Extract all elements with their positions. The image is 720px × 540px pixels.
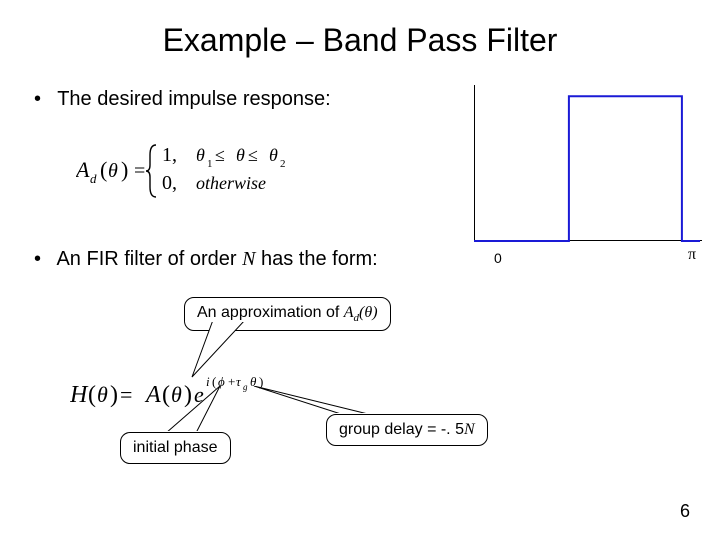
eq-lparen: ( xyxy=(100,157,107,182)
bullet-1-text: The desired impulse response: xyxy=(57,88,330,110)
callout-pointer-phase xyxy=(160,386,240,436)
callout-approx-A: A xyxy=(344,304,354,321)
f2-A: A xyxy=(144,382,161,408)
bullet-dot-2: • xyxy=(34,248,52,271)
chart-polyline xyxy=(474,96,700,241)
callout-group-delay: group delay = -. 5N xyxy=(326,414,488,446)
eq-row1-val: 1, xyxy=(162,144,177,166)
chart-xtick-pi: π xyxy=(688,246,696,264)
bullet-2-post: has the form: xyxy=(255,248,377,270)
bullet-2: • An FIR filter of order N has the form: xyxy=(34,248,378,271)
bullet-1: • The desired impulse response: xyxy=(34,88,331,111)
chart-frame xyxy=(470,85,702,249)
eq-equals: = xyxy=(134,160,145,182)
eq-Ad: A xyxy=(76,157,90,182)
eq-row1-s2: 2 xyxy=(280,158,286,170)
f2-lp1: ( xyxy=(88,382,96,408)
eq-d-sub: d xyxy=(90,171,97,186)
eq-row1-t2: θ xyxy=(269,145,278,165)
callout-phase-text: initial phase xyxy=(133,439,218,456)
chart-line xyxy=(470,85,702,249)
f2-th1: θ xyxy=(97,382,108,407)
chart-xtick-0: 0 xyxy=(494,250,502,266)
callout-approx-pre: An approximation of xyxy=(197,304,344,321)
eq-theta: θ xyxy=(108,160,118,182)
f2-rp1: ) xyxy=(110,382,118,408)
callout-approx-rp: ) xyxy=(372,304,377,321)
eq-row2-val: 0, xyxy=(162,172,177,194)
bandpass-chart xyxy=(470,85,702,249)
eq-row2-cond: otherwise xyxy=(196,173,266,193)
f2-H: H xyxy=(70,382,89,408)
eq-row1-t1: θ xyxy=(196,145,205,165)
eq-row1-le1: ≤ xyxy=(215,145,225,165)
eq-row1-mid: θ xyxy=(236,145,245,165)
eq-row1-s1: 1 xyxy=(207,158,213,170)
eq-brace xyxy=(146,145,156,197)
page-number: 6 xyxy=(680,501,690,522)
bullet-dot-1: • xyxy=(34,88,52,111)
bullet-2-pre: An FIR filter of order xyxy=(56,248,242,270)
eq-row1-le2: ≤ xyxy=(248,145,258,165)
callout-initial-phase: initial phase xyxy=(120,432,231,464)
slide-title: Example – Band Pass Filter xyxy=(0,22,720,59)
callout-group-N: N xyxy=(464,421,475,438)
f2-eq: = xyxy=(120,382,132,407)
callout-group-pre: group delay = -. 5 xyxy=(339,421,464,438)
bullet-2-N: N xyxy=(242,248,255,270)
eq-rparen: ) xyxy=(121,157,128,182)
piecewise-equation: A d ( θ ) = 1, θ 1 ≤ θ ≤ θ 2 0, otherwis… xyxy=(76,141,336,206)
